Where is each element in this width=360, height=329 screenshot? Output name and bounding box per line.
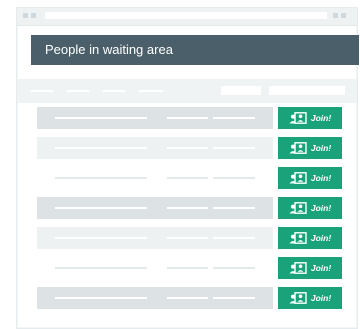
people-icon [289, 172, 307, 184]
toolbar-placeholder-box [221, 86, 261, 95]
text-placeholder [167, 177, 208, 179]
text-placeholder [167, 267, 208, 269]
window-dot [341, 13, 346, 18]
join-button-label: Join! [310, 113, 332, 123]
toolbar [17, 79, 357, 103]
join-button-label: Join! [310, 143, 332, 153]
text-placeholder [213, 237, 255, 239]
people-icon [289, 112, 307, 124]
join-button[interactable]: Join! [278, 287, 342, 309]
text-placeholder [213, 207, 255, 209]
text-placeholder [55, 207, 147, 209]
text-placeholder [213, 177, 255, 179]
text-placeholder [213, 117, 255, 119]
join-button-label: Join! [310, 263, 332, 273]
text-placeholder [167, 117, 208, 119]
waiting-person-row [37, 287, 273, 309]
text-placeholder [167, 297, 208, 299]
waiting-person-row [37, 137, 273, 159]
toolbar-placeholder-box [269, 86, 345, 95]
text-placeholder [55, 147, 147, 149]
people-icon [289, 232, 307, 244]
people-icon [289, 142, 307, 154]
join-button-label: Join! [310, 233, 332, 243]
join-button-label: Join! [310, 173, 332, 183]
text-placeholder [167, 237, 208, 239]
waiting-person-row [37, 167, 273, 189]
toolbar-placeholder [31, 90, 53, 92]
text-placeholder [167, 147, 208, 149]
join-button[interactable]: Join! [278, 167, 342, 189]
people-icon [289, 202, 307, 214]
text-placeholder [167, 207, 208, 209]
waiting-person-row [37, 257, 273, 279]
window-dot [31, 13, 36, 18]
waiting-person-row [37, 107, 273, 129]
text-placeholder [213, 297, 255, 299]
people-icon [289, 262, 307, 274]
window-dot [333, 13, 338, 18]
text-placeholder [213, 267, 255, 269]
text-placeholder [213, 147, 255, 149]
text-placeholder [55, 267, 147, 269]
text-placeholder [55, 177, 147, 179]
text-placeholder [55, 297, 147, 299]
people-icon [289, 292, 307, 304]
page-title: People in waiting area [31, 35, 359, 65]
waiting-person-row [37, 227, 273, 249]
text-placeholder [55, 117, 147, 119]
join-button-label: Join! [310, 203, 332, 213]
text-placeholder [55, 237, 147, 239]
join-button-label: Join! [310, 293, 332, 303]
join-button[interactable]: Join! [278, 137, 342, 159]
window-dot [23, 13, 28, 18]
join-button[interactable]: Join! [278, 107, 342, 129]
join-button[interactable]: Join! [278, 197, 342, 219]
toolbar-placeholder [103, 90, 125, 92]
join-button[interactable]: Join! [278, 257, 342, 279]
waiting-person-row [37, 197, 273, 219]
toolbar-placeholder [67, 90, 89, 92]
address-bar[interactable] [45, 12, 327, 19]
browser-window: People in waiting area Join! Join! Join! Jo… [16, 7, 359, 329]
join-button[interactable]: Join! [278, 227, 342, 249]
toolbar-placeholder [139, 90, 163, 92]
browser-chrome [17, 8, 357, 26]
